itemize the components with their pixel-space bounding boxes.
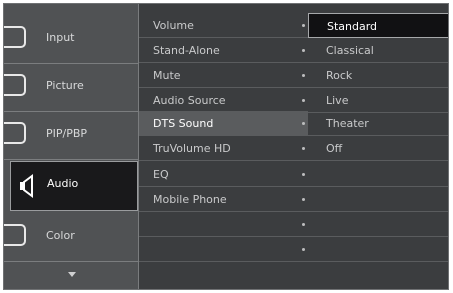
menu-item-truvolume-hd[interactable]: TruVolume HD xyxy=(139,136,308,161)
bullet-icon xyxy=(302,248,305,251)
bullet-icon xyxy=(302,24,305,27)
sidebar-item-picture[interactable]: Picture xyxy=(4,64,138,112)
sidebar-item-label: Picture xyxy=(46,79,84,92)
bullet-icon xyxy=(302,49,305,52)
option-empty xyxy=(308,162,448,187)
menu-item-empty xyxy=(139,237,308,262)
bullet-icon xyxy=(302,198,305,201)
bullet-icon xyxy=(302,223,305,226)
menu-item-label: EQ xyxy=(153,168,169,181)
menu-item-label: Volume xyxy=(153,19,194,32)
menu-item-dts-sound[interactable]: DTS Sound xyxy=(139,111,308,136)
menu-item-label: Stand-Alone xyxy=(153,44,220,57)
bullet-icon xyxy=(302,99,305,102)
menu-item-label: DTS Sound xyxy=(153,117,214,130)
option-label: Classical xyxy=(326,44,374,57)
menu-item-label: Mute xyxy=(153,69,181,82)
sidebar-item-audio[interactable]: Audio xyxy=(10,161,138,211)
sidebar-item-pip-pbp[interactable]: PIP/PBP xyxy=(4,112,138,160)
menu-item-audio-source[interactable]: Audio Source xyxy=(139,88,308,113)
picture-icon xyxy=(4,74,26,96)
option-theater[interactable]: Theater xyxy=(308,111,448,136)
sidebar-item-label: Input xyxy=(46,31,75,44)
pip-icon xyxy=(4,122,26,144)
menu-item-mobile-phone[interactable]: Mobile Phone xyxy=(139,187,308,212)
option-empty xyxy=(308,187,448,212)
option-label: Rock xyxy=(326,69,353,82)
option-empty xyxy=(308,212,448,237)
menu-item-mute[interactable]: Mute xyxy=(139,63,308,88)
monitor-osd-menu: Input Picture PIP/PBP Audio Color Volume xyxy=(3,3,449,290)
option-rock[interactable]: Rock xyxy=(308,63,448,88)
menu-item-label: Mobile Phone xyxy=(153,193,227,206)
menu-item-volume[interactable]: Volume xyxy=(139,13,308,38)
menu-item-label: Audio Source xyxy=(153,94,226,107)
menu-item-label: TruVolume HD xyxy=(153,142,231,155)
bullet-icon xyxy=(302,173,305,176)
bullet-icon xyxy=(302,147,305,150)
option-empty xyxy=(308,237,448,262)
option-classical[interactable]: Classical xyxy=(308,38,448,63)
sidebar-item-label: PIP/PBP xyxy=(46,127,88,140)
scroll-down-icon[interactable] xyxy=(68,272,76,277)
option-label: Theater xyxy=(326,117,369,130)
color-icon xyxy=(4,224,26,246)
option-label: Standard xyxy=(327,20,378,33)
option-label: Live xyxy=(326,94,349,107)
menu-item-eq[interactable]: EQ xyxy=(139,162,308,187)
sidebar-item-input[interactable]: Input xyxy=(4,16,138,64)
menu-item-empty xyxy=(139,212,308,237)
option-label: Off xyxy=(326,142,343,155)
sidebar: Input Picture PIP/PBP Audio Color xyxy=(4,4,139,289)
option-standard[interactable]: Standard xyxy=(308,13,448,38)
option-off[interactable]: Off xyxy=(308,136,448,161)
sidebar-item-label: Audio xyxy=(47,177,79,190)
menu-item-stand-alone[interactable]: Stand-Alone xyxy=(139,38,308,63)
sidebar-item-color[interactable]: Color xyxy=(4,214,138,262)
input-icon xyxy=(4,26,26,48)
option-live[interactable]: Live xyxy=(308,88,448,113)
bullet-icon xyxy=(302,122,305,125)
bullet-icon xyxy=(302,74,305,77)
sidebar-item-label: Color xyxy=(46,229,75,242)
speaker-icon xyxy=(20,174,33,198)
